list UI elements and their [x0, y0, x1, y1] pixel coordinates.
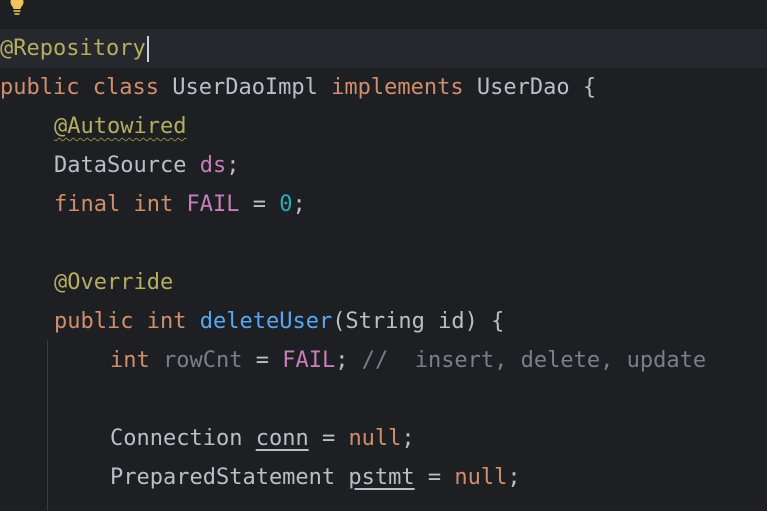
keyword-class: class — [92, 75, 159, 100]
class-name: UserDaoImpl — [172, 75, 318, 100]
keyword-public: public — [0, 75, 80, 100]
keyword-null: null — [348, 426, 402, 451]
equals: = — [255, 348, 269, 373]
code-line-10[interactable] — [0, 380, 767, 419]
equals: = — [427, 465, 442, 490]
variable-conn: conn — [255, 426, 309, 451]
constant-fail: FAIL — [186, 192, 240, 217]
code-line-1[interactable]: @Repository — [0, 29, 767, 68]
text-caret — [146, 36, 149, 62]
code-line-6[interactable] — [0, 224, 767, 263]
code-line-4[interactable]: DataSource ds; — [0, 146, 767, 185]
keyword-implements: implements — [331, 75, 464, 100]
semicolon: ; — [401, 426, 415, 451]
constant-fail: FAIL — [282, 348, 336, 373]
code-line-11[interactable]: Connection conn = null; — [0, 419, 767, 458]
keyword-null: null — [454, 465, 508, 490]
variable-pstmt: pstmt — [348, 465, 415, 490]
keyword-int: int — [146, 309, 187, 334]
method-deleteuser: deleteUser — [199, 309, 333, 334]
code-line-2[interactable]: public class UserDaoImpl implements User… — [0, 68, 767, 107]
annotation-repository: @Repository — [0, 36, 146, 61]
type-datasource: DataSource — [54, 153, 187, 178]
top-strip — [0, 0, 767, 26]
number-literal: 0 — [279, 192, 293, 217]
variable-rowcnt: rowCnt — [163, 348, 243, 373]
keyword-int: int — [133, 192, 174, 217]
code-line-9[interactable]: int rowCnt = FAIL; // insert, delete, up… — [0, 341, 767, 380]
code-editor[interactable]: @Repository public class UserDaoImpl imp… — [0, 0, 767, 511]
field-ds: ds — [199, 153, 227, 178]
code-line-12[interactable]: PreparedStatement pstmt = null; — [0, 458, 767, 497]
code-line-3[interactable]: @Autowired — [0, 107, 767, 146]
annotation-override: @Override — [54, 270, 174, 295]
keyword-int: int — [110, 348, 150, 373]
open-brace: { — [582, 75, 597, 100]
lightbulb-icon[interactable] — [9, 0, 25, 18]
equals: = — [252, 192, 266, 217]
keyword-final: final — [54, 192, 121, 217]
equals: = — [321, 426, 336, 451]
annotation-autowired: @Autowired — [54, 114, 187, 139]
semicolon: ; — [507, 465, 521, 490]
semicolon: ; — [226, 153, 240, 178]
method-params: (String id) { — [332, 309, 505, 334]
code-line-5[interactable]: final int FAIL = 0; — [0, 185, 767, 224]
code-line-8[interactable]: public int deleteUser(String id) { — [0, 302, 767, 341]
interface-name: UserDao — [476, 75, 570, 100]
type-connection: Connection — [110, 426, 243, 451]
semicolon: ; — [292, 192, 306, 217]
semicolon: ; — [335, 348, 349, 373]
line-comment: // insert, delete, update — [361, 348, 707, 373]
code-line-7[interactable]: @Override — [0, 263, 767, 302]
keyword-public: public — [54, 309, 134, 334]
type-preparedstatement: PreparedStatement — [110, 465, 336, 490]
